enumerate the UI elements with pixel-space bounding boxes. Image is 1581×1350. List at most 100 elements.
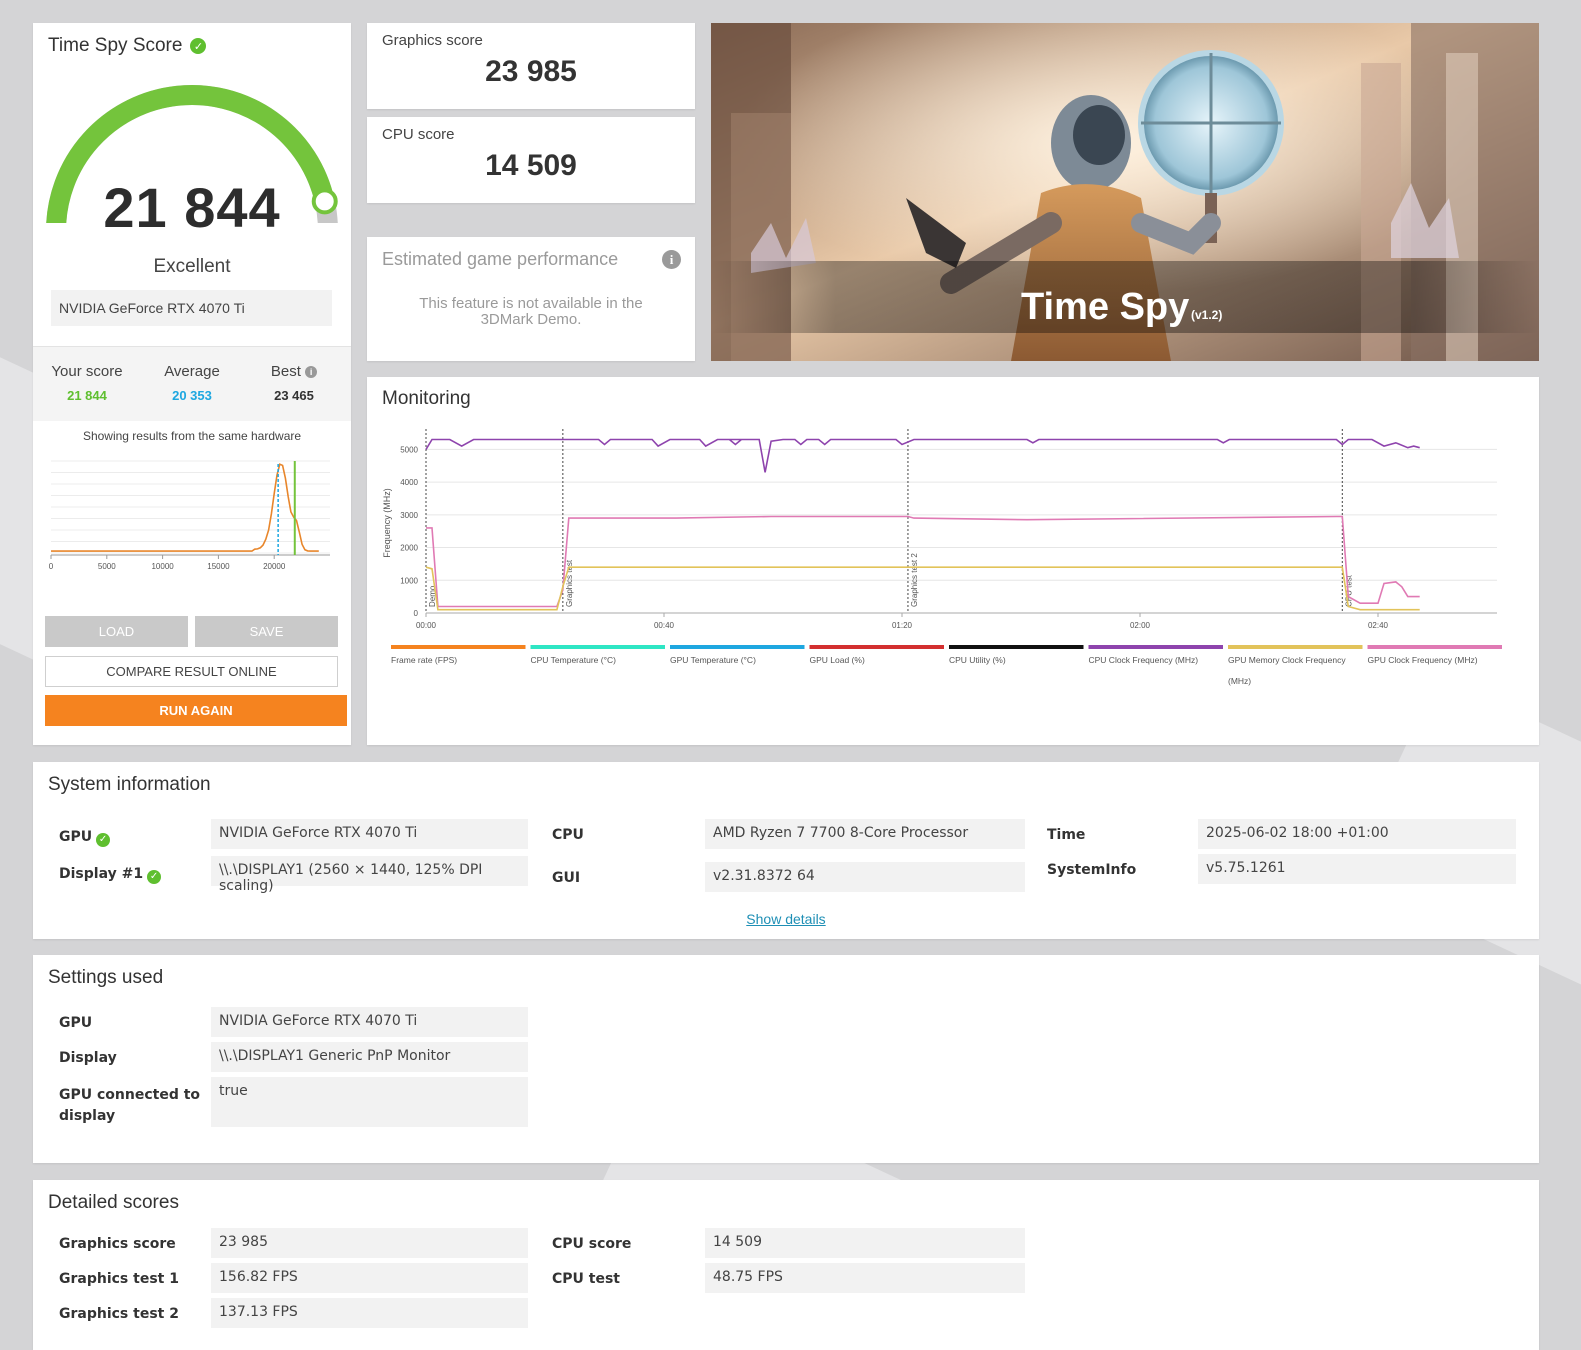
chart-y-tick-label: 1000 bbox=[400, 576, 418, 585]
settings-gpu-connected-label: GPU connected to display bbox=[59, 1085, 200, 1127]
sysinfo-systeminfo-label: SystemInfo bbox=[1047, 862, 1137, 878]
graphics-test-2-value: 137.13 FPS bbox=[211, 1298, 528, 1328]
cpu-test-label: CPU test bbox=[552, 1271, 620, 1287]
best-value: 23 465 bbox=[274, 388, 314, 403]
settings-gpu-value: NVIDIA GeForce RTX 4070 Ti bbox=[211, 1007, 528, 1037]
graphics-score-card: Graphics score 23 985 bbox=[367, 23, 695, 109]
chart-x-tick-label: 00:00 bbox=[416, 621, 437, 630]
sysinfo-gpu-value: NVIDIA GeForce RTX 4070 Ti bbox=[211, 819, 528, 849]
chart-x-tick-label: 00:40 bbox=[654, 621, 675, 630]
sysinfo-display-label-text: Display #1 bbox=[59, 866, 144, 882]
chart-legend-swatch bbox=[530, 645, 665, 649]
hist-tick-label: 0 bbox=[49, 562, 54, 571]
verified-check-icon: ✓ bbox=[96, 833, 111, 847]
sysinfo-systeminfo-value: v5.75.1261 bbox=[1198, 854, 1516, 884]
score-title-text: Time Spy Score bbox=[48, 35, 183, 56]
chart-phase-label: Graphics test bbox=[565, 559, 574, 607]
detailed-cpu-score-value: 14 509 bbox=[705, 1228, 1025, 1258]
compare-online-button[interactable]: COMPARE RESULT ONLINE bbox=[45, 656, 338, 687]
chart-y-tick-label: 4000 bbox=[400, 478, 418, 487]
sysinfo-gui-value: v2.31.8372 64 bbox=[705, 862, 1025, 892]
estimated-performance-card: Estimated game performance i This featur… bbox=[367, 237, 695, 361]
best-label-text: Best bbox=[270, 363, 301, 380]
sysinfo-display-label: Display #1 ✓ bbox=[59, 866, 162, 884]
average-label: Average bbox=[164, 363, 220, 380]
score-card: Time Spy Score ✓ 21 844 Excellent NVIDIA… bbox=[33, 23, 351, 745]
detailed-scores-title: Detailed scores bbox=[48, 1192, 179, 1213]
monitoring-card: Monitoring 0 1000 2000 3000 4000 5000 Frequenc… bbox=[367, 377, 1539, 745]
average-col: Average 20 353 bbox=[155, 363, 229, 403]
graphics-score-value: 23 985 bbox=[485, 55, 577, 88]
settings-gpu-connected-label-line2: display bbox=[59, 1108, 116, 1124]
graphics-test-1-value: 156.82 FPS bbox=[211, 1263, 528, 1293]
chart-x-tick-label: 01:20 bbox=[892, 621, 913, 630]
cpu-score-label: CPU score bbox=[552, 1236, 632, 1252]
average-value: 20 353 bbox=[172, 388, 212, 403]
detailed-scores-card: Detailed scores Graphics score 23 985 Gr… bbox=[33, 1180, 1539, 1350]
hero-version: (v1.2) bbox=[1191, 308, 1222, 322]
your-score-value: 21 844 bbox=[67, 388, 107, 403]
sysinfo-gpu-label: GPU ✓ bbox=[59, 829, 111, 847]
chart-legend-label: Frame rate (FPS) bbox=[391, 655, 457, 665]
chart-y-tick-label: 2000 bbox=[400, 544, 418, 553]
chart-y-tick-label: 0 bbox=[414, 609, 419, 618]
chart-legend-swatch bbox=[391, 645, 526, 649]
score-comparison: Your score 21 844 Average 20 353 Best i … bbox=[33, 346, 351, 421]
chart-legend-swatch bbox=[949, 645, 1084, 649]
monitoring-chart: 0 1000 2000 3000 4000 5000 Frequency (MHz) 00:0… bbox=[382, 429, 1502, 686]
score-title: Time Spy Score ✓ bbox=[48, 35, 207, 57]
detailed-graphics-score-value: 23 985 bbox=[211, 1228, 528, 1258]
settings-gpu-label: GPU bbox=[59, 1015, 93, 1031]
chart-series-line bbox=[425, 438, 1420, 473]
settings-display-label: Display bbox=[59, 1050, 117, 1066]
chart-legend-label: GPU Memory Clock Frequency bbox=[1228, 655, 1346, 665]
chart-series-line bbox=[426, 515, 1420, 608]
chart-x-tick-label: 02:00 bbox=[1130, 621, 1151, 630]
graphics-test-1-label: Graphics test 1 bbox=[59, 1271, 179, 1287]
chart-legend-label: CPU Clock Frequency (MHz) bbox=[1089, 655, 1199, 665]
chart-y-tick-label: 3000 bbox=[400, 511, 418, 520]
chart-legend-swatch bbox=[670, 645, 805, 649]
sysinfo-cpu-value: AMD Ryzen 7 7700 8-Core Processor bbox=[705, 819, 1025, 849]
sysinfo-time-label: Time bbox=[1047, 827, 1086, 843]
chart-series-line bbox=[425, 566, 1420, 611]
run-again-button[interactable]: RUN AGAIN bbox=[45, 695, 347, 726]
settings-used-card: Settings used GPU NVIDIA GeForce RTX 407… bbox=[33, 955, 1539, 1163]
sysinfo-gui-label: GUI bbox=[552, 870, 581, 886]
system-information-title: System information bbox=[48, 774, 211, 795]
graphics-score-label: Graphics score bbox=[59, 1236, 176, 1252]
graphics-score-title: Graphics score bbox=[382, 32, 483, 49]
cpu-test-value: 48.75 FPS bbox=[705, 1263, 1025, 1293]
hist-tick-label: 20000 bbox=[263, 562, 286, 571]
score-distribution-chart: 0 5000 10000 15000 20000 bbox=[49, 460, 330, 571]
sysinfo-gpu-label-text: GPU bbox=[59, 829, 93, 845]
show-details-link[interactable]: Show details bbox=[33, 911, 1539, 927]
chart-x-tick-label: 02:40 bbox=[1368, 621, 1389, 630]
total-score: 21 844 bbox=[103, 176, 281, 239]
hero-artwork: Time Spy (v1.2) bbox=[711, 23, 1539, 361]
chart-legend-label: CPU Temperature (°C) bbox=[531, 655, 617, 665]
settings-used-title: Settings used bbox=[48, 967, 164, 988]
load-button[interactable]: LOAD bbox=[45, 616, 188, 647]
chart-legend-label: GPU Load (%) bbox=[810, 655, 865, 665]
settings-display-value: \\.\DISPLAY1 Generic PnP Monitor bbox=[211, 1042, 528, 1072]
score-rating: Excellent bbox=[153, 256, 231, 277]
your-score-col: Your score 21 844 bbox=[49, 363, 125, 403]
sysinfo-time-value: 2025-06-02 18:00 +01:00 bbox=[1198, 819, 1516, 849]
your-score-label: Your score bbox=[51, 363, 123, 380]
hist-tick-label: 10000 bbox=[151, 562, 174, 571]
score-gpu-name: NVIDIA GeForce RTX 4070 Ti bbox=[51, 290, 332, 326]
cpu-score-card: CPU score 14 509 bbox=[367, 117, 695, 203]
chart-y-axis-label: Frequency (MHz) bbox=[382, 488, 392, 558]
benchmark-hero-image: Time Spy (v1.2) bbox=[711, 23, 1539, 361]
chart-legend-label: GPU Temperature (°C) bbox=[670, 655, 756, 665]
system-information-card: System information GPU ✓ NVIDIA GeForce R… bbox=[33, 762, 1539, 939]
save-button[interactable]: SAVE bbox=[195, 616, 338, 647]
info-icon[interactable]: i bbox=[662, 250, 681, 269]
chart-legend-swatch bbox=[1367, 645, 1502, 649]
hist-distribution-line bbox=[51, 463, 319, 552]
same-hardware-caption: Showing results from the same hardware bbox=[82, 429, 302, 443]
info-icon[interactable]: i bbox=[305, 366, 318, 378]
graphics-test-2-label: Graphics test 2 bbox=[59, 1306, 179, 1322]
chart-y-tick-label: 5000 bbox=[400, 445, 418, 454]
